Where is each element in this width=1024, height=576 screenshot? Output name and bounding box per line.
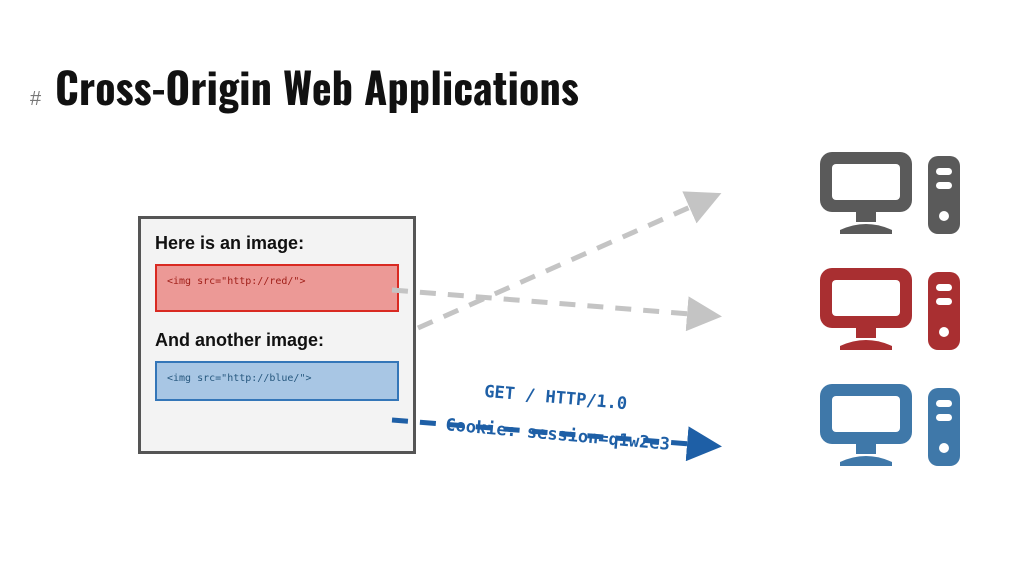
tower-icon <box>926 386 962 468</box>
slide-title: Cross-Origin Web Applications <box>55 56 579 118</box>
server-red <box>816 264 962 352</box>
arrow-red-to-red-server <box>392 290 715 316</box>
html-source-panel: Here is an image: <img src="http://red/"… <box>138 216 416 454</box>
http-request-line1: GET / HTTP/1.0 <box>483 382 627 414</box>
server-blue <box>816 380 962 468</box>
monitor-icon <box>816 380 916 468</box>
code-box-red: <img src="http://red/"> <box>155 264 399 312</box>
server-grey <box>816 148 962 236</box>
monitor-icon <box>816 148 916 236</box>
code-red-text: <img src="http://red/"> <box>167 276 305 287</box>
tower-icon <box>926 154 962 236</box>
slide-title-row: # Cross-Origin Web Applications <box>30 56 579 118</box>
code-box-blue: <img src="http://blue/"> <box>155 361 399 401</box>
server-cluster <box>816 148 962 468</box>
monitor-icon <box>816 264 916 352</box>
panel-heading-2: And another image: <box>155 330 399 351</box>
http-request-line2: Cookie: session=q1w2e3 <box>445 415 671 455</box>
arrow-panel-to-grey <box>418 196 715 328</box>
hash-mark: # <box>30 88 41 111</box>
code-blue-text: <img src="http://blue/"> <box>167 373 312 384</box>
panel-heading-1: Here is an image: <box>155 233 399 254</box>
tower-icon <box>926 270 962 352</box>
